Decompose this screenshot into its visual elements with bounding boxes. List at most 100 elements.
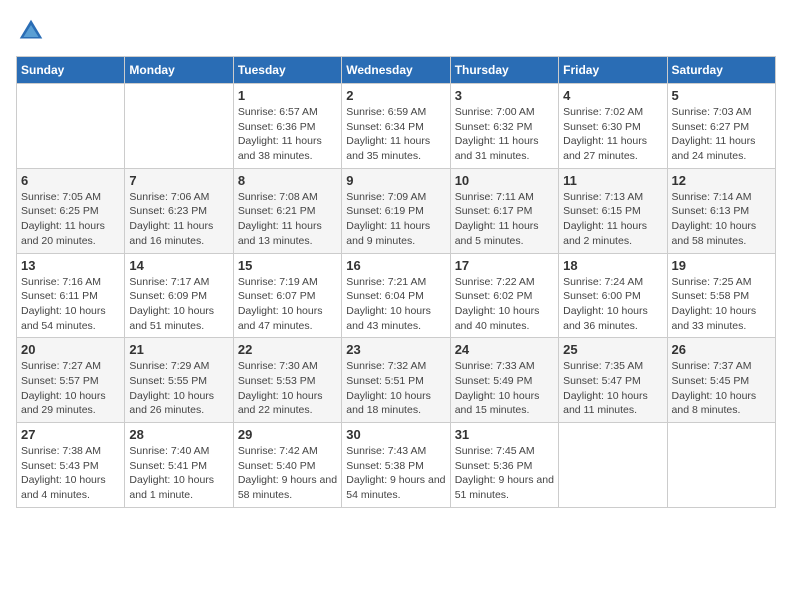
day-number: 22 <box>238 342 337 357</box>
day-number: 21 <box>129 342 228 357</box>
day-cell: 14 Sunrise: 7:17 AM Sunset: 6:09 PM Dayli… <box>125 253 233 338</box>
day-info: Sunrise: 7:13 AM Sunset: 6:15 PM Dayligh… <box>563 190 662 249</box>
day-cell: 11Sunrise: 7:13 AM Sunset: 6:15 PM Dayli… <box>559 168 667 253</box>
day-cell: 8Sunrise: 7:08 AM Sunset: 6:21 PM Daylig… <box>233 168 341 253</box>
day-info: Sunrise: 7:38 AM Sunset: 5:43 PM Dayligh… <box>21 444 120 503</box>
day-number: 15 <box>238 258 337 273</box>
day-cell: 28 Sunrise: 7:40 AM Sunset: 5:41 PM Dayli… <box>125 423 233 508</box>
day-info: Sunrise: 7:43 AM Sunset: 5:38 PM Dayligh… <box>346 444 445 503</box>
day-cell: 24Sunrise: 7:33 AM Sunset: 5:49 PM Dayli… <box>450 338 558 423</box>
day-cell: 4 Sunrise: 7:02 AM Sunset: 6:30 PM Daylig… <box>559 84 667 169</box>
day-number: 13 <box>21 258 120 273</box>
day-number: 1 <box>238 88 337 103</box>
day-info: Sunrise: 7:02 AM Sunset: 6:30 PM Dayligh… <box>563 105 662 164</box>
weekday-header-saturday: Saturday <box>667 57 775 84</box>
day-cell <box>125 84 233 169</box>
week-row-1: 1 Sunrise: 6:57 AM Sunset: 6:36 PM Daylig… <box>17 84 776 169</box>
day-number: 12 <box>672 173 771 188</box>
day-cell: 18Sunrise: 7:24 AM Sunset: 6:00 PM Dayli… <box>559 253 667 338</box>
day-cell <box>17 84 125 169</box>
week-row-5: 27 Sunrise: 7:38 AM Sunset: 5:43 PM Dayli… <box>17 423 776 508</box>
day-number: 27 <box>21 427 120 442</box>
day-cell: 22 Sunrise: 7:30 AM Sunset: 5:53 PM Dayli… <box>233 338 341 423</box>
day-cell: 31Sunrise: 7:45 AM Sunset: 5:36 PM Dayli… <box>450 423 558 508</box>
calendar-table: SundayMondayTuesdayWednesdayThursdayFrid… <box>16 56 776 508</box>
day-number: 10 <box>455 173 554 188</box>
day-number: 6 <box>21 173 120 188</box>
day-cell: 19 Sunrise: 7:25 AM Sunset: 5:58 PM Dayli… <box>667 253 775 338</box>
day-number: 29 <box>238 427 337 442</box>
week-row-2: 6 Sunrise: 7:05 AM Sunset: 6:25 PM Daylig… <box>17 168 776 253</box>
day-info: Sunrise: 7:25 AM Sunset: 5:58 PM Dayligh… <box>672 275 771 334</box>
day-number: 7 <box>129 173 228 188</box>
day-info: Sunrise: 6:57 AM Sunset: 6:36 PM Dayligh… <box>238 105 337 164</box>
day-number: 14 <box>129 258 228 273</box>
day-info: Sunrise: 7:09 AM Sunset: 6:19 PM Dayligh… <box>346 190 445 249</box>
day-info: Sunrise: 7:22 AM Sunset: 6:02 PM Dayligh… <box>455 275 554 334</box>
day-cell: 10 Sunrise: 7:11 AM Sunset: 6:17 PM Dayli… <box>450 168 558 253</box>
day-number: 30 <box>346 427 445 442</box>
day-info: Sunrise: 7:17 AM Sunset: 6:09 PM Dayligh… <box>129 275 228 334</box>
day-info: Sunrise: 7:40 AM Sunset: 5:41 PM Dayligh… <box>129 444 228 503</box>
day-info: Sunrise: 7:42 AM Sunset: 5:40 PM Dayligh… <box>238 444 337 503</box>
week-row-4: 20 Sunrise: 7:27 AM Sunset: 5:57 PM Dayli… <box>17 338 776 423</box>
day-info: Sunrise: 7:27 AM Sunset: 5:57 PM Dayligh… <box>21 359 120 418</box>
weekday-header-tuesday: Tuesday <box>233 57 341 84</box>
weekday-header-sunday: Sunday <box>17 57 125 84</box>
weekday-header-row: SundayMondayTuesdayWednesdayThursdayFrid… <box>17 57 776 84</box>
day-number: 9 <box>346 173 445 188</box>
day-cell: 26Sunrise: 7:37 AM Sunset: 5:45 PM Dayli… <box>667 338 775 423</box>
day-info: Sunrise: 7:30 AM Sunset: 5:53 PM Dayligh… <box>238 359 337 418</box>
day-number: 25 <box>563 342 662 357</box>
logo <box>16 16 50 46</box>
day-cell <box>667 423 775 508</box>
day-info: Sunrise: 7:21 AM Sunset: 6:04 PM Dayligh… <box>346 275 445 334</box>
day-info: Sunrise: 7:11 AM Sunset: 6:17 PM Dayligh… <box>455 190 554 249</box>
day-cell: 29 Sunrise: 7:42 AM Sunset: 5:40 PM Dayli… <box>233 423 341 508</box>
day-cell: 21 Sunrise: 7:29 AM Sunset: 5:55 PM Dayli… <box>125 338 233 423</box>
day-cell: 3 Sunrise: 7:00 AM Sunset: 6:32 PM Daylig… <box>450 84 558 169</box>
day-info: Sunrise: 7:32 AM Sunset: 5:51 PM Dayligh… <box>346 359 445 418</box>
day-info: Sunrise: 7:45 AM Sunset: 5:36 PM Dayligh… <box>455 444 554 503</box>
day-number: 3 <box>455 88 554 103</box>
day-info: Sunrise: 7:35 AM Sunset: 5:47 PM Dayligh… <box>563 359 662 418</box>
day-cell: 17Sunrise: 7:22 AM Sunset: 6:02 PM Dayli… <box>450 253 558 338</box>
day-number: 4 <box>563 88 662 103</box>
day-info: Sunrise: 7:29 AM Sunset: 5:55 PM Dayligh… <box>129 359 228 418</box>
weekday-header-thursday: Thursday <box>450 57 558 84</box>
page-header <box>16 16 776 46</box>
day-cell: 6 Sunrise: 7:05 AM Sunset: 6:25 PM Daylig… <box>17 168 125 253</box>
day-number: 19 <box>672 258 771 273</box>
day-cell: 16Sunrise: 7:21 AM Sunset: 6:04 PM Dayli… <box>342 253 450 338</box>
day-info: Sunrise: 7:19 AM Sunset: 6:07 PM Dayligh… <box>238 275 337 334</box>
day-info: Sunrise: 7:37 AM Sunset: 5:45 PM Dayligh… <box>672 359 771 418</box>
day-cell: 13 Sunrise: 7:16 AM Sunset: 6:11 PM Dayli… <box>17 253 125 338</box>
day-info: Sunrise: 7:05 AM Sunset: 6:25 PM Dayligh… <box>21 190 120 249</box>
day-cell: 20 Sunrise: 7:27 AM Sunset: 5:57 PM Dayli… <box>17 338 125 423</box>
day-cell: 25 Sunrise: 7:35 AM Sunset: 5:47 PM Dayli… <box>559 338 667 423</box>
day-info: Sunrise: 7:16 AM Sunset: 6:11 PM Dayligh… <box>21 275 120 334</box>
day-number: 8 <box>238 173 337 188</box>
day-number: 5 <box>672 88 771 103</box>
day-cell: 30 Sunrise: 7:43 AM Sunset: 5:38 PM Dayli… <box>342 423 450 508</box>
day-cell: 23Sunrise: 7:32 AM Sunset: 5:51 PM Dayli… <box>342 338 450 423</box>
day-number: 28 <box>129 427 228 442</box>
day-number: 20 <box>21 342 120 357</box>
day-info: Sunrise: 6:59 AM Sunset: 6:34 PM Dayligh… <box>346 105 445 164</box>
day-info: Sunrise: 7:06 AM Sunset: 6:23 PM Dayligh… <box>129 190 228 249</box>
day-number: 2 <box>346 88 445 103</box>
day-info: Sunrise: 7:14 AM Sunset: 6:13 PM Dayligh… <box>672 190 771 249</box>
weekday-header-friday: Friday <box>559 57 667 84</box>
day-info: Sunrise: 7:03 AM Sunset: 6:27 PM Dayligh… <box>672 105 771 164</box>
day-cell <box>559 423 667 508</box>
day-info: Sunrise: 7:00 AM Sunset: 6:32 PM Dayligh… <box>455 105 554 164</box>
week-row-3: 13 Sunrise: 7:16 AM Sunset: 6:11 PM Dayli… <box>17 253 776 338</box>
day-cell: 5 Sunrise: 7:03 AM Sunset: 6:27 PM Daylig… <box>667 84 775 169</box>
weekday-header-wednesday: Wednesday <box>342 57 450 84</box>
weekday-header-monday: Monday <box>125 57 233 84</box>
day-cell: 27 Sunrise: 7:38 AM Sunset: 5:43 PM Dayli… <box>17 423 125 508</box>
day-number: 24 <box>455 342 554 357</box>
day-cell: 1 Sunrise: 6:57 AM Sunset: 6:36 PM Daylig… <box>233 84 341 169</box>
day-cell: 2 Sunrise: 6:59 AM Sunset: 6:34 PM Daylig… <box>342 84 450 169</box>
day-cell: 7 Sunrise: 7:06 AM Sunset: 6:23 PM Daylig… <box>125 168 233 253</box>
